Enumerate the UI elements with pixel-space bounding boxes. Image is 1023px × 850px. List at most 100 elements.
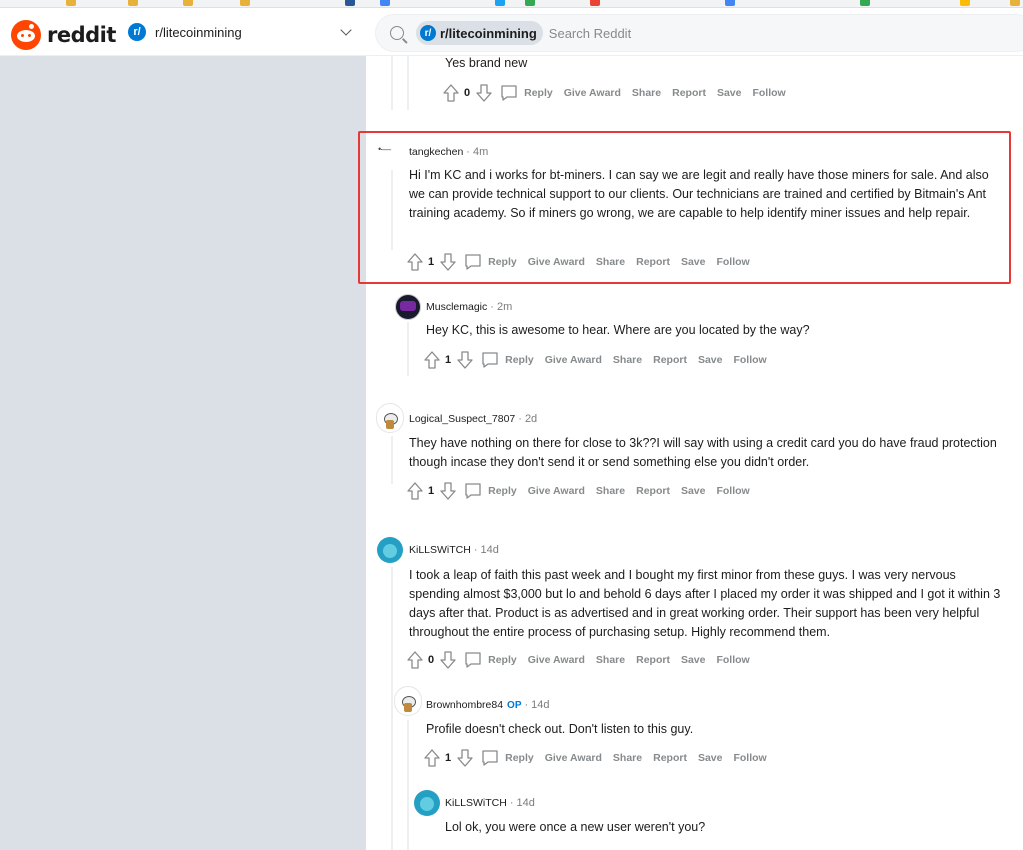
search-scope-chip[interactable]: r/ r/litecoinmining: [416, 21, 543, 45]
reply-button[interactable]: Reply: [464, 651, 517, 669]
upvote-icon[interactable]: [407, 651, 423, 669]
thread-line: [407, 56, 409, 110]
share-button[interactable]: Share: [596, 654, 625, 666]
report-button[interactable]: Report: [636, 654, 670, 666]
save-button[interactable]: Save: [681, 485, 706, 497]
share-button[interactable]: Share: [596, 256, 625, 268]
separator-dot: ·: [518, 413, 522, 425]
downvote-icon[interactable]: [457, 351, 473, 369]
separator-dot: ·: [490, 301, 494, 313]
share-button[interactable]: Share: [613, 752, 642, 764]
upvote-icon[interactable]: [443, 84, 459, 102]
comment-actions: 1 Reply Give Award Share Report Save Fol…: [407, 251, 750, 273]
reply-label: Reply: [488, 485, 517, 497]
give-award-button[interactable]: Give Award: [528, 654, 585, 666]
comment-meta: KiLLSWiTCH · 14d: [409, 544, 499, 556]
reply-button[interactable]: Reply: [464, 253, 517, 271]
comment-actions: 1 Reply Give Award Share Report Save Fol…: [424, 349, 767, 371]
share-button[interactable]: Share: [596, 485, 625, 497]
follow-button[interactable]: Follow: [716, 654, 749, 666]
give-award-button[interactable]: Give Award: [528, 256, 585, 268]
vote-score: 0: [428, 654, 435, 666]
comment-body: Lol ok, you were once a new user weren't…: [445, 820, 706, 834]
downvote-icon[interactable]: [457, 749, 473, 767]
upvote-icon[interactable]: [407, 253, 423, 271]
user-avatar[interactable]: [376, 403, 404, 433]
give-award-button[interactable]: Give Award: [564, 87, 621, 99]
comment-actions: 1 Reply Give Award Share Report Save Fol…: [407, 480, 750, 502]
vote-score: 1: [445, 752, 452, 764]
comment-body: Profile doesn't check out. Don't listen …: [426, 722, 694, 736]
comment-body: Hey KC, this is awesome to hear. Where a…: [426, 323, 810, 337]
reddit-home-logo[interactable]: reddit: [11, 20, 116, 50]
share-button[interactable]: Share: [613, 354, 642, 366]
save-button[interactable]: Save: [698, 752, 723, 764]
comment-author[interactable]: tangkechen: [409, 146, 463, 158]
follow-button[interactable]: Follow: [716, 485, 749, 497]
community-selector[interactable]: r/ r/litecoinmining: [120, 12, 360, 52]
user-avatar[interactable]: [378, 139, 404, 165]
upvote-icon[interactable]: [407, 482, 423, 500]
chevron-down-icon: [340, 24, 352, 36]
comment-author[interactable]: KiLLSWiTCH: [445, 797, 507, 809]
vote-score: 1: [428, 485, 435, 497]
report-button[interactable]: Report: [636, 485, 670, 497]
search-bar[interactable]: r/ r/litecoinmining Search Reddit: [375, 14, 1023, 52]
comment-meta: Musclemagic · 2m: [426, 301, 512, 313]
comment-author[interactable]: KiLLSWiTCH: [409, 544, 471, 556]
subreddit-icon: r/: [128, 23, 146, 41]
comment-body: They have nothing on there for close to …: [409, 436, 997, 469]
subreddit-icon: r/: [420, 25, 436, 41]
report-button[interactable]: Report: [636, 256, 670, 268]
follow-button[interactable]: Follow: [733, 752, 766, 764]
comment-timestamp[interactable]: 14d: [517, 797, 535, 809]
follow-button[interactable]: Follow: [733, 354, 766, 366]
follow-button[interactable]: Follow: [752, 87, 785, 99]
user-avatar[interactable]: [395, 294, 421, 320]
downvote-icon[interactable]: [476, 84, 492, 102]
separator-dot: ·: [524, 699, 529, 711]
comment-body: Yes brand new: [445, 56, 528, 70]
report-button[interactable]: Report: [653, 752, 687, 764]
upvote-icon[interactable]: [424, 351, 440, 369]
comment-author[interactable]: Brownhombre84: [426, 699, 503, 711]
user-avatar[interactable]: [414, 790, 440, 816]
comment-timestamp[interactable]: 2m: [497, 301, 512, 313]
user-avatar[interactable]: [377, 537, 403, 563]
comment-body: I took a leap of faith this past week an…: [409, 568, 1001, 639]
save-button[interactable]: Save: [681, 256, 706, 268]
comment-timestamp[interactable]: 14d: [531, 699, 549, 711]
vote-score: 1: [445, 354, 452, 366]
downvote-icon[interactable]: [440, 253, 456, 271]
save-button[interactable]: Save: [717, 87, 742, 99]
user-avatar[interactable]: [394, 686, 422, 716]
give-award-button[interactable]: Give Award: [545, 354, 602, 366]
comment-bubble-icon: [464, 651, 482, 669]
reply-button[interactable]: Reply: [500, 84, 553, 102]
reply-button[interactable]: Reply: [481, 749, 534, 767]
reddit-wordmark: reddit: [47, 23, 116, 47]
comment-actions: 0 Reply Give Award Share Report Save Fol…: [407, 649, 750, 671]
upvote-icon[interactable]: [424, 749, 440, 767]
give-award-button[interactable]: Give Award: [545, 752, 602, 764]
comment-timestamp[interactable]: 2d: [525, 413, 537, 425]
follow-button[interactable]: Follow: [716, 256, 749, 268]
report-button[interactable]: Report: [653, 354, 687, 366]
search-input[interactable]: Search Reddit: [549, 26, 631, 41]
give-award-button[interactable]: Give Award: [528, 485, 585, 497]
reply-button[interactable]: Reply: [464, 482, 517, 500]
comment-author[interactable]: Logical_Suspect_7807: [409, 413, 515, 425]
reply-button[interactable]: Reply: [481, 351, 534, 369]
downvote-icon[interactable]: [440, 651, 456, 669]
comment-body: Hi I'm KC and i works for bt-miners. I c…: [409, 168, 989, 220]
save-button[interactable]: Save: [698, 354, 723, 366]
comment-timestamp[interactable]: 4m: [473, 146, 488, 158]
comment-actions: 1 Reply Give Award Share Report Save Fol…: [424, 747, 767, 769]
comment-author[interactable]: Musclemagic: [426, 301, 487, 313]
reddit-snoo-icon: [11, 20, 41, 50]
save-button[interactable]: Save: [681, 654, 706, 666]
report-button[interactable]: Report: [672, 87, 706, 99]
comment-timestamp[interactable]: 14d: [481, 544, 499, 556]
downvote-icon[interactable]: [440, 482, 456, 500]
share-button[interactable]: Share: [632, 87, 661, 99]
